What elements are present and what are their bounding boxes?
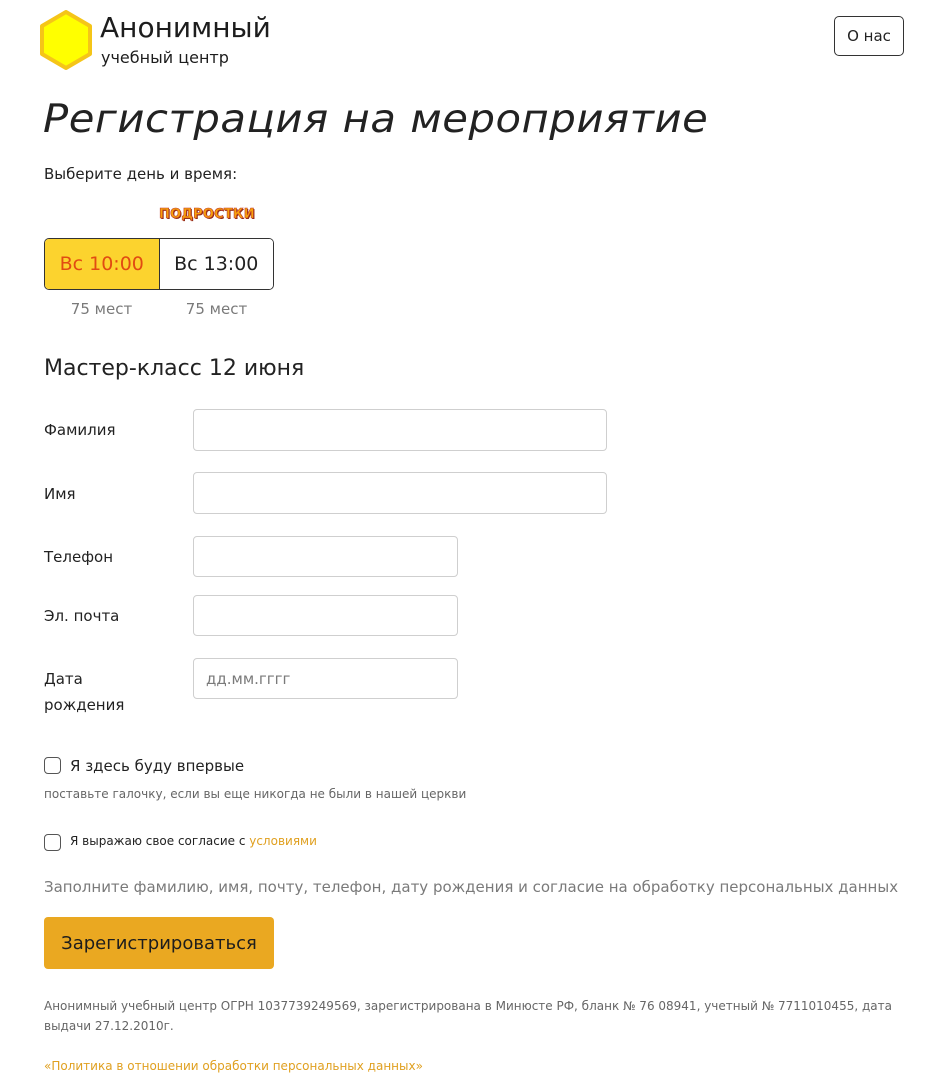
last-name-input[interactable] (193, 409, 607, 451)
first-name-label: Имя (44, 485, 76, 503)
terms-link[interactable]: условиями (249, 834, 317, 848)
seats-count: 75 мест (70, 300, 133, 318)
phone-label: Телефон (44, 548, 114, 566)
time-slot-sun-1300[interactable]: Вс 13:00 (159, 239, 273, 289)
consent-label: Я выражаю свое согласие с условиями (70, 833, 317, 849)
validation-message: Заполните фамилию, имя, почту, телефон, … (44, 878, 899, 896)
birth-date-label-line2: рождения (44, 696, 125, 714)
logo-icon (40, 10, 92, 70)
consent-text: Я выражаю свое согласие с (70, 834, 250, 848)
first-name-input[interactable] (193, 472, 607, 514)
first-time-hint: поставьте галочку, если вы еще никогда н… (44, 787, 467, 801)
phone-input[interactable] (193, 536, 458, 577)
email-label: Эл. почта (44, 607, 120, 625)
choose-time-label: Выберите день и время: (44, 165, 238, 183)
privacy-policy-link[interactable]: «Политика в отношении обработки персонал… (44, 1056, 423, 1076)
first-time-checkbox[interactable] (44, 757, 61, 774)
about-button[interactable]: О нас (834, 16, 904, 56)
last-name-label: Фамилия (44, 421, 116, 439)
birth-date-label: Дата рождения (44, 666, 164, 718)
brand-name: Анонимный (100, 11, 271, 44)
consent-checkbox[interactable] (44, 834, 61, 851)
time-slot-sun-1000[interactable]: Вс 10:00 (45, 239, 160, 289)
birth-date-input[interactable] (193, 658, 458, 699)
legal-info: Анонимный учебный центр ОГРН 10377392495… (44, 999, 892, 1033)
email-input[interactable] (193, 595, 458, 636)
first-time-label[interactable]: Я здесь буду впервые (70, 756, 244, 776)
time-slot-selector: Вс 10:00 Вс 13:00 (44, 238, 274, 290)
brand-subtitle: учебный центр (101, 48, 229, 67)
register-button[interactable]: Зарегистрироваться (44, 917, 274, 969)
teens-badge: ПОДРОСТКИ (159, 207, 255, 223)
seats-count: 75 мест (185, 300, 248, 318)
event-title: Мастер-класс 12 июня (44, 356, 305, 381)
birth-date-label-line1: Дата (44, 670, 83, 688)
page-title: Регистрация на мероприятие (43, 97, 709, 142)
